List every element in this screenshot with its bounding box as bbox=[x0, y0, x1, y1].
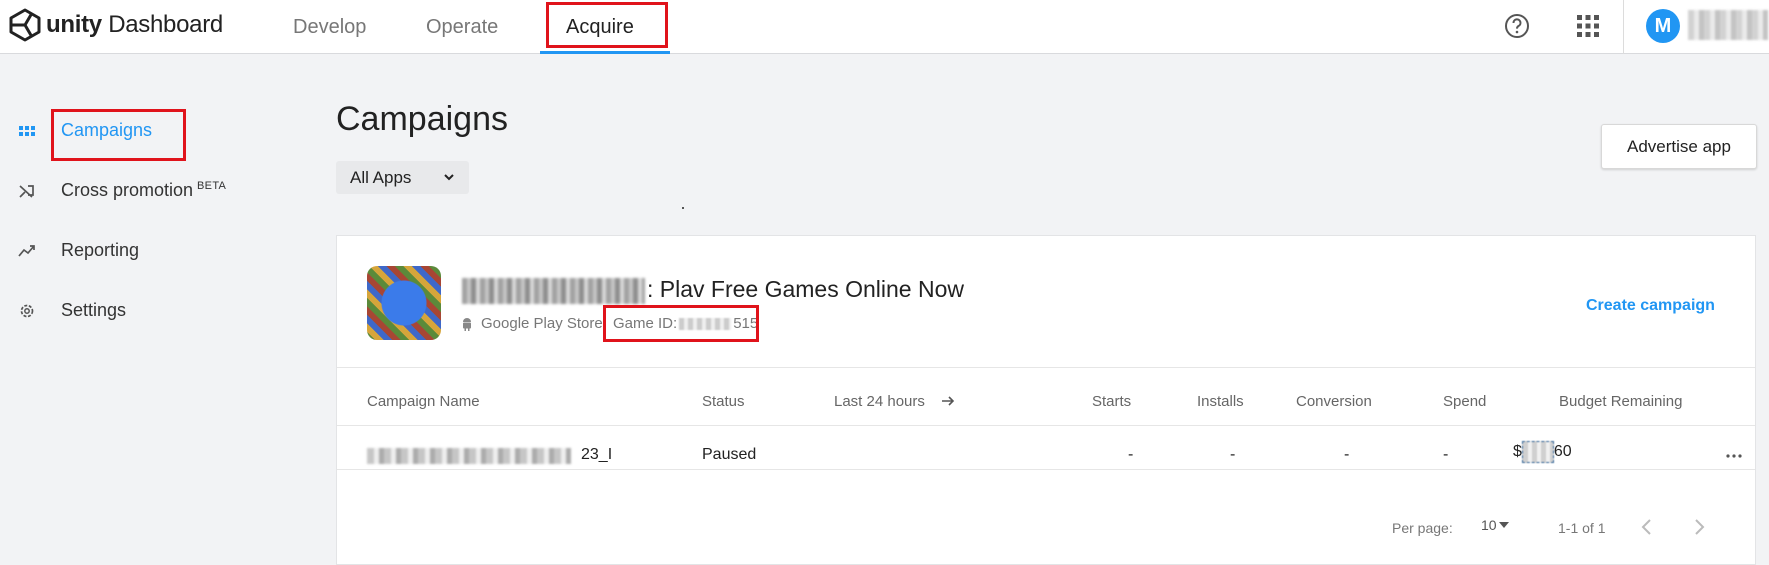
unity-dashboard-logo[interactable]: unity Dashboard bbox=[8, 8, 223, 42]
unity-logo-icon bbox=[9, 8, 41, 42]
sidebar-item-settings[interactable]: Settings bbox=[18, 300, 126, 321]
column-header-conversion[interactable]: Conversion bbox=[1296, 393, 1372, 410]
tab-acquire[interactable]: Acquire bbox=[566, 0, 634, 54]
table-header-divider bbox=[337, 425, 1755, 426]
column-header-starts[interactable]: Starts bbox=[1092, 393, 1131, 410]
chevron-left-icon[interactable] bbox=[1637, 517, 1657, 537]
sidebar-item-label: Cross promotion BETA bbox=[61, 180, 227, 200]
advertise-app-button[interactable]: Advertise app bbox=[1601, 124, 1757, 169]
campaign-status: Paused bbox=[702, 446, 757, 463]
column-header-status[interactable]: Status bbox=[702, 393, 745, 410]
tab-develop[interactable]: Develop bbox=[293, 0, 366, 54]
sidebar-item-campaigns[interactable]: Campaigns bbox=[18, 120, 152, 141]
trending-up-icon bbox=[18, 244, 35, 257]
budget-redacted bbox=[1521, 441, 1554, 463]
game-title: : Plav Free Games Online Now bbox=[647, 276, 965, 302]
user-name-redacted[interactable] bbox=[1688, 10, 1768, 40]
column-header-budget-remaining[interactable]: Budget Remaining bbox=[1559, 393, 1682, 410]
per-page-label: Per page: bbox=[1392, 520, 1453, 536]
game-id: Game ID: 515 bbox=[613, 315, 759, 332]
sidebar-item-reporting[interactable]: Reporting bbox=[18, 240, 139, 261]
gear-icon bbox=[20, 304, 34, 317]
avatar[interactable]: M bbox=[1646, 9, 1680, 43]
create-campaign-link[interactable]: Create campaign bbox=[1586, 297, 1715, 315]
campaign-name-redacted bbox=[367, 448, 571, 464]
game-id-redacted bbox=[679, 318, 732, 331]
game-campaigns-card: : Plav Free Games Online Now Google Play… bbox=[336, 235, 1756, 565]
chevron-right-icon[interactable] bbox=[1689, 517, 1709, 537]
grid-icon bbox=[19, 125, 35, 136]
store-label: Google Play Store bbox=[481, 315, 603, 332]
campaign-installs: - bbox=[1230, 446, 1236, 463]
per-page-select[interactable]: 10 bbox=[1481, 517, 1509, 533]
shuffle-icon bbox=[19, 184, 34, 198]
table-row-divider bbox=[337, 469, 1755, 470]
top-bar: unity Dashboard Develop Operate Acquire … bbox=[0, 0, 1769, 54]
active-tab-indicator bbox=[540, 51, 670, 54]
sidebar-item-label: Reporting bbox=[61, 240, 140, 260]
per-page-value: 10 bbox=[1481, 517, 1497, 533]
campaign-budget-remaining: $60 bbox=[1513, 441, 1572, 463]
campaign-starts: - bbox=[1128, 446, 1134, 463]
tab-operate[interactable]: Operate bbox=[426, 0, 498, 54]
more-options-icon[interactable] bbox=[1725, 453, 1743, 459]
beta-badge: BETA bbox=[197, 180, 227, 192]
campaign-conversion: - bbox=[1344, 446, 1350, 463]
apps-grid-icon[interactable] bbox=[1576, 14, 1600, 38]
page-title: Campaigns bbox=[336, 100, 508, 138]
card-divider bbox=[337, 367, 1755, 368]
sidebar-item-label: Campaigns bbox=[61, 120, 153, 140]
caret-down-icon bbox=[1498, 522, 1509, 528]
column-header-last-24-hours[interactable]: Last 24 hours bbox=[834, 393, 925, 410]
android-icon bbox=[463, 318, 471, 331]
chevron-down-icon bbox=[444, 174, 454, 181]
apps-filter-value: All Apps bbox=[350, 167, 412, 187]
arrow-right-icon[interactable] bbox=[941, 394, 955, 408]
help-icon[interactable] bbox=[1502, 11, 1532, 41]
header-divider bbox=[1623, 0, 1624, 54]
sidebar-item-cross-promotion[interactable]: Cross promotion BETA bbox=[18, 180, 226, 201]
stray-dot bbox=[682, 207, 684, 209]
column-header-spend[interactable]: Spend bbox=[1443, 393, 1486, 410]
apps-filter-dropdown[interactable]: All Apps bbox=[336, 161, 469, 194]
sidebar-item-label: Settings bbox=[61, 300, 127, 320]
column-header-campaign-name[interactable]: Campaign Name bbox=[367, 393, 480, 410]
game-thumbnail bbox=[367, 266, 441, 340]
logo-text: unity Dashboard bbox=[46, 11, 223, 38]
campaign-spend: - bbox=[1443, 446, 1449, 463]
column-header-installs[interactable]: Installs bbox=[1197, 393, 1244, 410]
game-title-redacted bbox=[462, 278, 645, 304]
campaign-name[interactable]: 23_I bbox=[581, 446, 612, 464]
pagination-range: 1-1 of 1 bbox=[1558, 520, 1606, 536]
